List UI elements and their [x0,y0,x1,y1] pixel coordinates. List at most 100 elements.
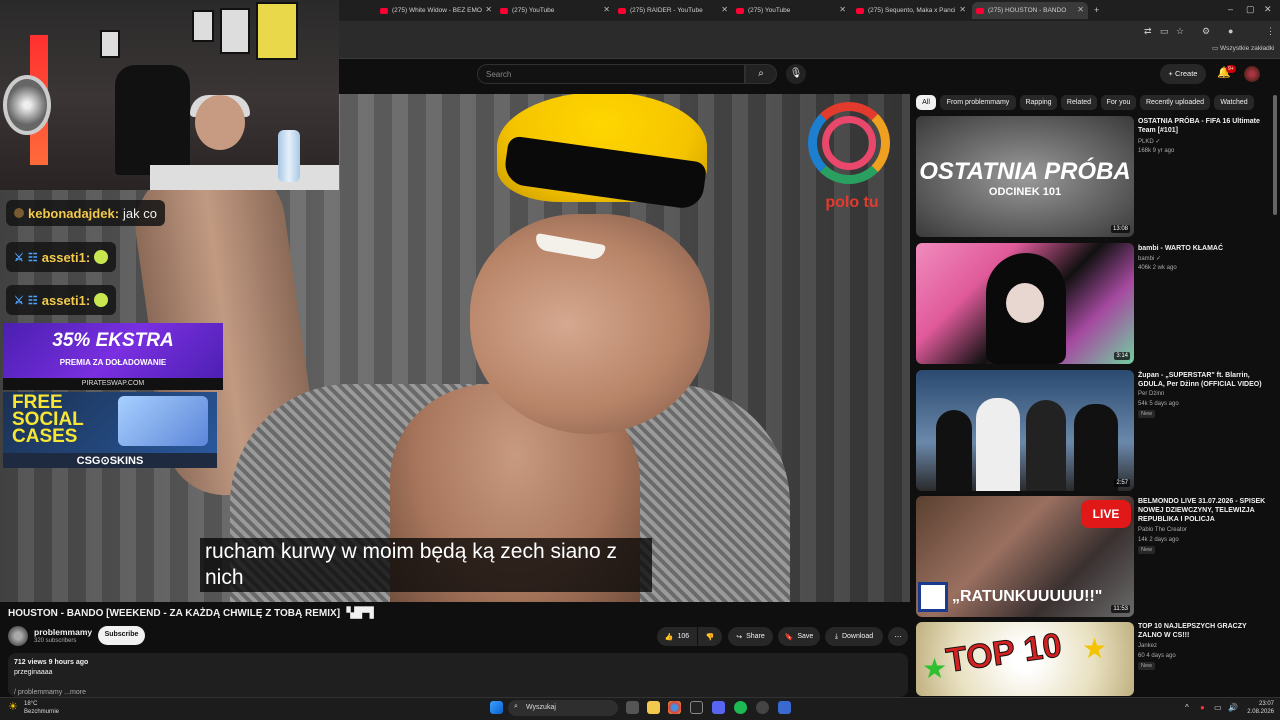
sponsor-subline: PREMIA ZA DOŁADOWANIE [59,358,167,367]
recommendation-channel[interactable]: Pablo The Creator [1138,527,1187,533]
tab-title: (275) YouTube [512,7,555,14]
close-icon[interactable]: ✕ [603,5,610,14]
recommendation-thumbnail[interactable]: 2:57 [916,370,1134,491]
window-close-icon[interactable]: ✕ [1264,5,1272,14]
like-count: 106 [677,633,690,640]
search-button[interactable]: ⌕ [745,64,777,84]
page-scrollbar[interactable] [1273,95,1277,215]
wall-poster [220,8,250,54]
minimize-icon[interactable]: – [1228,5,1233,14]
recommendation-thumbnail[interactable]: OSTATNIA PRÓBA ODCINEK 101 13:08 [916,116,1134,237]
recommendation-title[interactable]: Żupan - „SUPERSTAR" ft. Blarrin, GDULA, … [1138,371,1268,389]
chip-related[interactable]: Related [1061,95,1097,110]
tray-chevron-icon[interactable]: ^ [1185,703,1189,712]
chrome-icon[interactable] [668,701,681,714]
thumbs-up-icon: 👍 [664,633,674,641]
windows-taskbar [0,697,1280,720]
spotify-icon[interactable] [734,701,747,714]
star-icon: ★ [922,653,948,684]
extensions-icon[interactable]: ⚙ [1202,27,1210,36]
streamer-webcam [0,0,339,190]
all-bookmarks-link[interactable]: ▭ Wszystkie zakładki [1212,45,1275,53]
emote-icon [94,250,109,264]
windows-start-icon[interactable] [490,701,503,714]
star-icon[interactable]: ☆ [1176,27,1184,36]
description-more-link[interactable]: / problemmamy ...more [14,689,86,696]
recommendation-thumbnail[interactable]: TOP 10 ★ ★ [916,622,1134,696]
download-button[interactable]: ⤓ Download [825,627,883,646]
chip-rapping[interactable]: Rapping [1020,95,1057,110]
profile-icon[interactable]: ● [1228,27,1233,36]
youtube-favicon-icon [380,7,388,14]
chip-watched[interactable]: Watched [1214,95,1254,110]
voice-search-button[interactable]: 🎙 [786,64,806,84]
recommendation-channel[interactable]: Per Dżinn [1138,391,1164,397]
more-actions-button[interactable]: ⋯ [888,627,908,646]
close-icon[interactable]: ✕ [1077,5,1084,14]
close-icon[interactable]: ✕ [839,5,846,14]
browser-tab[interactable]: (275) YouTube ✕ [496,2,614,19]
task-view-icon[interactable] [626,701,639,714]
desk [150,165,339,190]
recommendation-title[interactable]: TOP 10 NAJLEPSZYCH GRACZY ZALNO W CS!!! [1138,622,1268,640]
discord-icon[interactable] [712,701,725,714]
browser-tab-active[interactable]: (275) HOUSTON - BANDO ✕ [972,2,1088,19]
create-button[interactable]: + Create [1160,64,1206,84]
app-icon[interactable] [690,701,703,714]
recommendation-title[interactable]: bambi - WARTO KŁAMAĆ [1138,244,1268,253]
chip-recently-uploaded[interactable]: Recently uploaded [1140,95,1210,110]
recommendation-meta: 406k 2 wk ago [1138,265,1177,271]
menu-icon[interactable]: ⋮ [1266,27,1275,36]
thumbnail-person [1026,400,1066,491]
cast-icon[interactable]: ▭ [1160,27,1169,36]
volume-icon[interactable]: 🔊 [1228,703,1238,712]
translate-icon[interactable]: ⇄ [1144,27,1152,36]
taskbar-clock[interactable]: 23:07 2.08.2026 [1244,700,1274,716]
share-button[interactable]: ↪ Share [728,627,773,646]
recommendation-title[interactable]: OSTATNIA PRÓBA - FIFA 16 Ultimate Team [… [1138,117,1268,135]
search-input[interactable]: Search [477,64,745,84]
channel-name[interactable]: problemmamy [34,627,92,637]
save-button[interactable]: 🔖 Save [778,627,820,646]
file-explorer-icon[interactable] [647,701,660,714]
subscribe-button[interactable]: Subscribe [98,626,145,645]
active-app-icon[interactable] [778,701,791,714]
gaming-chair [115,65,190,175]
thumbnail-title: „RATUNKUUUUU!!" [952,588,1103,605]
close-icon[interactable]: ✕ [721,5,728,14]
fan [3,75,51,135]
close-icon[interactable]: ✕ [959,5,966,14]
download-label: Download [841,633,874,640]
recommendation-channel[interactable]: PLKD ✓ [1138,138,1160,145]
close-icon[interactable]: ✕ [485,5,492,14]
recommendation-channel[interactable]: Jankez [1138,643,1157,649]
browser-tab[interactable]: (275) Sequento, Maka x Panci ✕ [852,2,970,19]
chip-from-channel[interactable]: From problemmamy [940,95,1016,110]
recommendation-thumbnail[interactable]: 3:14 [916,243,1134,364]
dislike-button[interactable]: 👎 [698,627,722,646]
network-icon[interactable]: ▭ [1214,703,1222,712]
weather-widget[interactable]: 18°C Bezchmurnie [24,700,59,716]
sword-badge-icon: ⚔ [14,251,24,264]
obs-icon[interactable] [756,701,769,714]
recommendation-title[interactable]: BELMONDO LIVE 31.07.2026 - SPISEK NOWEJ … [1138,497,1268,524]
account-avatar[interactable] [1244,66,1260,82]
description-box[interactable] [8,653,908,697]
microphone-tray-icon[interactable]: ● [1200,703,1205,712]
chip-all[interactable]: All [916,95,936,110]
chat-message: ⚔ ☷ asseti1: [6,242,117,272]
chip-for-you[interactable]: For you [1101,95,1136,110]
browser-tab[interactable]: (275) YouTube ✕ [732,2,850,19]
new-tab-icon[interactable]: + [1094,6,1099,15]
sponsor-brand: CSG⊙SKINS [3,453,217,468]
recommendation-thumbnail[interactable]: LIVE „RATUNKUUUUU!!" 11:53 [916,496,1134,617]
browser-tab[interactable]: (275) White Widow - BEZ EMO ✕ [376,2,496,19]
save-label: Save [797,633,814,640]
like-button[interactable]: 👍 106 [657,627,697,646]
recommendation-channel[interactable]: bambi ✓ [1138,255,1161,262]
maximize-icon[interactable]: ▢ [1246,5,1255,14]
browser-tab[interactable]: (275) RAIDER - YouTube ✕ [614,2,732,19]
thumbnail-person [1074,404,1118,491]
taskbar-search[interactable]: ⌕ Wyszukaj [508,700,618,716]
channel-avatar[interactable] [8,626,28,646]
